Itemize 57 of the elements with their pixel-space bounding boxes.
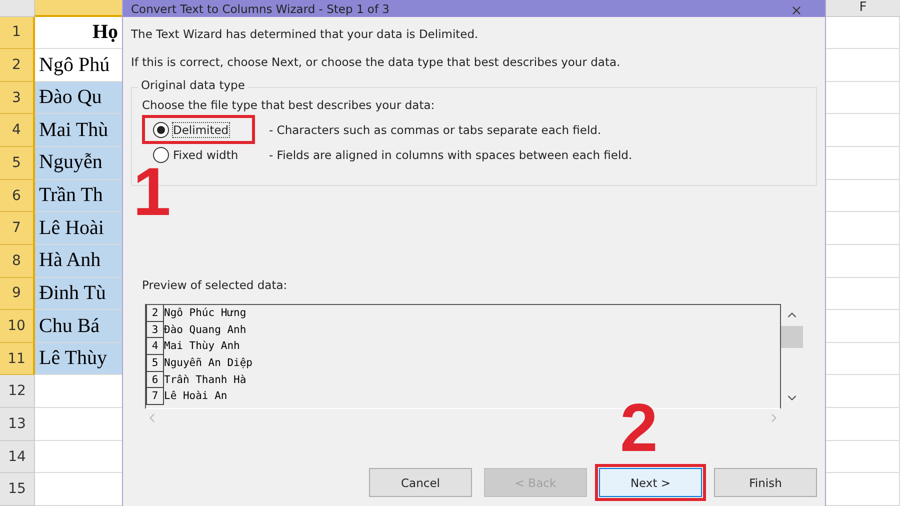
table-cell: Chu Bá [35,310,122,343]
line-number: 6 [146,372,164,388]
row-header[interactable]: 12 [0,375,35,408]
row-header[interactable]: 5 [0,147,35,180]
group-title: Original data type [138,78,248,92]
prompt-text: Choose the file type that best describes your data: [142,97,436,114]
column-header[interactable]: F [826,0,900,17]
table-cell: Nguyễn [35,147,122,180]
line-number: 7 [146,388,164,406]
row-header[interactable]: 3 [0,82,35,114]
row-header[interactable]: 6 [0,180,35,212]
table-cell: Lê Thùy [35,342,122,376]
highlight-frame[interactable]: Delimited [142,115,255,144]
preview-line: Trần Thanh Hà [164,372,246,388]
preview-label: Preview of selected data: [142,278,288,292]
row-header[interactable]: 2 [0,49,35,82]
scroll-thumb[interactable] [781,326,803,348]
option-description: - Characters such as commas or tabs separate each field. [269,122,602,136]
option-label[interactable]: Delimited [173,122,229,136]
table-cell: Đinh Tù [35,278,122,310]
row-header[interactable]: 11 [0,342,35,376]
table-cell: Đào Qu [35,82,122,114]
step-number: 2 [620,398,658,458]
row-header[interactable]: 13 [0,408,35,441]
radio-button[interactable] [153,146,169,162]
preview-line: Nguyễn An Diệp [164,356,253,372]
preview-line: Ngô Phúc Hưng [164,306,246,321]
preview-line: Đào Quang Anh [164,322,246,338]
close-icon[interactable] [790,4,803,17]
option-label[interactable]: Fixed width [173,148,238,162]
preview-line: Mai Thùy Anh [164,339,240,354]
table-cell: Trần Th [35,180,122,212]
row-header[interactable]: 9 [0,278,35,310]
radio-button[interactable] [153,122,169,138]
row-header[interactable]: 15 [0,473,35,506]
dialog-button[interactable]: Next > [599,468,702,497]
dialog-button[interactable]: Finish [714,468,817,497]
option-description: - Fields are aligned in columns with spaces between each field. [269,148,632,162]
row-header[interactable]: 1 [0,16,35,50]
table-cell: Hà Anh [35,244,122,278]
row-header[interactable]: 7 [0,212,35,245]
line-number: 3 [146,322,164,338]
header-cell: Họ [35,16,122,50]
row-header[interactable]: 10 [0,310,35,343]
window-title: Convert Text to Columns Wizard - Step 1 of 3 [131,2,390,17]
table-cell: Lê Hoài [35,212,122,245]
table-cell: Mai Thù [35,114,122,148]
dialog-button[interactable]: Cancel [369,468,472,497]
preview-line: Lê Hoài An [164,389,228,404]
row-header[interactable]: 14 [0,440,35,474]
line-number: 2 [146,305,164,322]
intro-text: The Text Wizard has determined that your data is Delimited. [131,26,480,43]
hint-text: If this is correct, choose Next, or choose the data type that best describes your data. [131,54,622,71]
row-header[interactable]: 8 [0,244,35,278]
row-header[interactable]: 4 [0,114,35,148]
line-number: 5 [146,355,164,372]
line-number: 4 [146,338,164,356]
